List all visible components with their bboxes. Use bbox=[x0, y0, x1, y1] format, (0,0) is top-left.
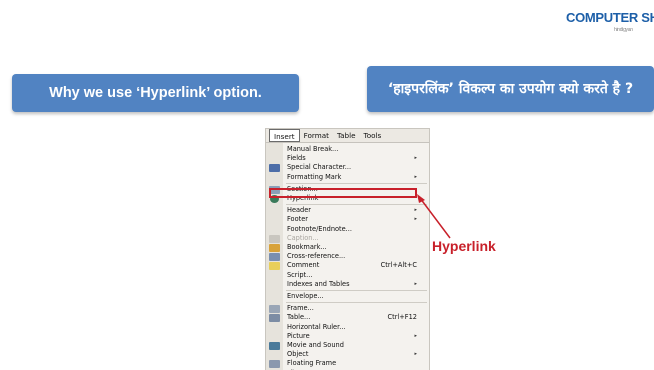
menu-item-object[interactable]: Object ▸ bbox=[287, 350, 427, 359]
hyperlink-callout-label: Hyperlink bbox=[432, 238, 496, 254]
hindi-question-banner: ‘हाइपरलिंक’ विकल्प का उपयोग क्यो करते है… bbox=[367, 66, 654, 112]
submenu-arrow-icon: ▸ bbox=[414, 350, 417, 359]
movie-icon bbox=[269, 342, 280, 350]
menu-item-label: Comment bbox=[287, 261, 319, 269]
menu-item-fields[interactable]: Fields ▸ bbox=[287, 154, 427, 163]
menu-item-label: Object bbox=[287, 350, 308, 358]
logo-subtext: hindigyan bbox=[614, 27, 633, 33]
submenu-arrow-icon: ▸ bbox=[414, 206, 417, 215]
menu-item-footer[interactable]: Footer ▸ bbox=[287, 215, 427, 224]
menu-item-label: Caption... bbox=[287, 234, 319, 242]
menu-item-indexes-and-tables[interactable]: Indexes and Tables ▸ bbox=[287, 280, 427, 289]
menu-item-label: Bookmark... bbox=[287, 243, 327, 251]
menu-item-label: Footnote/Endnote... bbox=[287, 225, 352, 233]
menu-item-label: Picture bbox=[287, 332, 310, 340]
menu-insert[interactable]: Insert bbox=[269, 129, 300, 142]
menu-item-script[interactable]: Script... bbox=[287, 271, 427, 280]
menu-item-label: Footer bbox=[287, 215, 308, 223]
english-question-banner: Why we use ‘Hyperlink’ option. bbox=[12, 74, 299, 112]
omega-icon bbox=[269, 164, 280, 172]
english-question-text: Why we use ‘Hyperlink’ option. bbox=[49, 85, 262, 101]
submenu-arrow-icon: ▸ bbox=[414, 332, 417, 341]
menu-item-special-character[interactable]: Special Character... bbox=[287, 163, 427, 172]
menu-item-envelope[interactable]: Envelope... bbox=[287, 292, 427, 301]
menu-item-label: Table... bbox=[287, 313, 310, 321]
menu-item-horizontal-ruler[interactable]: Horizontal Ruler... bbox=[287, 323, 427, 332]
submenu-arrow-icon: ▸ bbox=[414, 173, 417, 182]
bookmark-icon bbox=[269, 244, 280, 252]
menu-item-shortcut: Ctrl+Alt+C bbox=[381, 261, 417, 270]
menu-item-label: Cross-reference... bbox=[287, 252, 345, 260]
submenu-arrow-icon: ▸ bbox=[414, 280, 417, 289]
cross-reference-icon bbox=[269, 253, 280, 261]
frame-icon bbox=[269, 305, 280, 313]
menu-item-manual-break[interactable]: Manual Break... bbox=[287, 145, 427, 154]
menu-item-label: Horizontal Ruler... bbox=[287, 323, 346, 331]
menu-item-label: Manual Break... bbox=[287, 145, 338, 153]
menu-item-label: Formatting Mark bbox=[287, 173, 341, 181]
menu-item-label: Envelope... bbox=[287, 292, 324, 300]
menu-item-formatting-mark[interactable]: Formatting Mark ▸ bbox=[287, 173, 427, 182]
hindi-question-text: ‘हाइपरलिंक’ विकल्प का उपयोग क्यो करते है… bbox=[388, 81, 633, 98]
menu-tools[interactable]: Tools bbox=[360, 129, 386, 142]
menu-item-bookmark[interactable]: Bookmark... bbox=[287, 243, 427, 252]
menu-separator bbox=[286, 302, 427, 303]
menu-item-picture[interactable]: Picture ▸ bbox=[287, 332, 427, 341]
menu-item-shortcut: Ctrl+F12 bbox=[388, 313, 417, 322]
menu-item-comment[interactable]: Comment Ctrl+Alt+C bbox=[287, 261, 427, 270]
logo-text: COMPUTER SH bbox=[566, 10, 654, 25]
menu-item-label: Frame... bbox=[287, 304, 314, 312]
menu-item-floating-frame[interactable]: Floating Frame bbox=[287, 359, 427, 368]
menu-item-label: Header bbox=[287, 206, 311, 214]
menu-format[interactable]: Format bbox=[300, 129, 333, 142]
comment-icon bbox=[269, 262, 280, 270]
menu-item-label: Fields bbox=[287, 154, 306, 162]
menu-item-frame[interactable]: Frame... bbox=[287, 304, 427, 313]
menu-item-cross-reference[interactable]: Cross-reference... bbox=[287, 252, 427, 261]
menu-separator bbox=[286, 290, 427, 291]
menu-item-label: Movie and Sound bbox=[287, 341, 344, 349]
menu-bar: Insert Format Table Tools bbox=[266, 129, 429, 143]
caption-icon bbox=[269, 235, 280, 243]
menu-item-label: Special Character... bbox=[287, 163, 351, 171]
menu-item-header[interactable]: Header ▸ bbox=[287, 206, 427, 215]
hyperlink-highlight-box bbox=[269, 188, 417, 198]
table-icon bbox=[269, 314, 280, 322]
computer-shiksha-logo: COMPUTER SH hindigyan bbox=[566, 10, 654, 36]
menu-item-movie-and-sound[interactable]: Movie and Sound bbox=[287, 341, 427, 350]
insert-menu-screenshot: Insert Format Table Tools Manual Break..… bbox=[265, 128, 430, 370]
submenu-arrow-icon: ▸ bbox=[414, 154, 417, 163]
menu-item-label: Floating Frame bbox=[287, 359, 336, 367]
menu-table[interactable]: Table bbox=[333, 129, 360, 142]
floating-frame-icon bbox=[269, 360, 280, 368]
menu-item-table[interactable]: Table... Ctrl+F12 bbox=[287, 313, 427, 322]
submenu-arrow-icon: ▸ bbox=[414, 215, 417, 224]
menu-separator bbox=[286, 204, 427, 205]
menu-separator bbox=[286, 183, 427, 184]
menu-item-footnote-endnote[interactable]: Footnote/Endnote... bbox=[287, 225, 427, 234]
menu-item-label: Indexes and Tables bbox=[287, 280, 350, 288]
menu-item-caption[interactable]: Caption... bbox=[287, 234, 427, 243]
menu-item-label: Script... bbox=[287, 271, 312, 279]
